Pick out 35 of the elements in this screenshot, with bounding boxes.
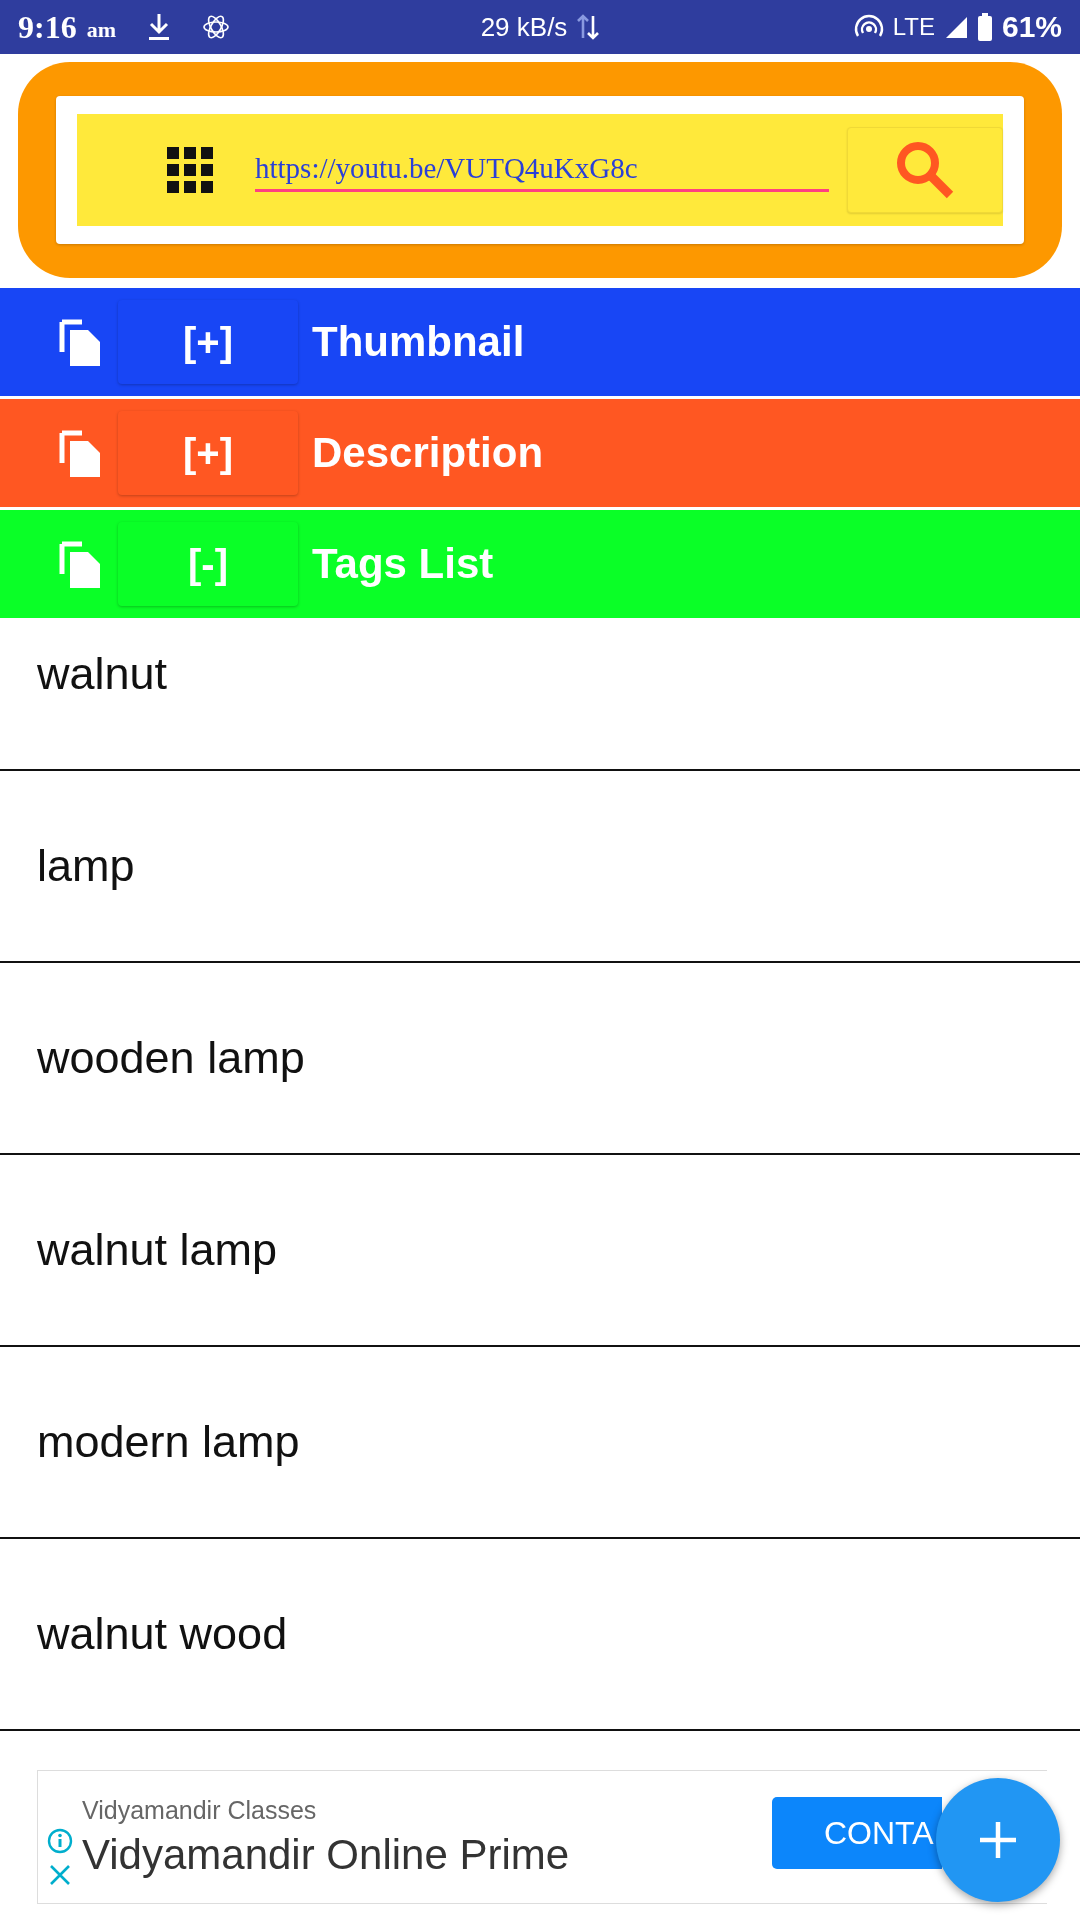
clock-period: am — [86, 17, 116, 43]
tag-row[interactable]: walnut — [0, 621, 1080, 771]
tag-text: walnut lamp — [37, 1224, 278, 1276]
clock: 9:16 — [18, 8, 77, 46]
section-title: Description — [312, 429, 544, 477]
info-icon[interactable] — [47, 1828, 73, 1854]
add-button[interactable] — [936, 1778, 1060, 1902]
download-icon — [146, 12, 172, 42]
atom-icon — [202, 13, 230, 41]
contact-button[interactable]: CONTA — [772, 1797, 942, 1869]
network-type: LTE — [892, 13, 935, 41]
data-arrows-icon — [577, 12, 600, 42]
battery-icon — [976, 13, 993, 41]
tag-row[interactable]: wooden lamp — [0, 963, 1080, 1155]
tag-row[interactable]: walnut wood — [0, 1539, 1080, 1731]
section-title: Thumbnail — [312, 318, 525, 366]
advertiser-name: Vidyamandir Classes — [82, 1795, 318, 1825]
network-speed: 29 kB/s — [480, 11, 568, 43]
battery-level: 61% — [1001, 10, 1062, 44]
section-title: Tags List — [312, 540, 494, 588]
url-input-field[interactable]: https://youtu.be/VUTQ4uKxG8c — [255, 148, 830, 192]
close-icon[interactable] — [49, 1864, 71, 1886]
search-button[interactable] — [847, 127, 1003, 213]
tag-row[interactable]: lamp — [0, 771, 1080, 963]
tag-text: walnut wood — [37, 1608, 288, 1660]
tag-text: wooden lamp — [37, 1032, 305, 1084]
tag-row[interactable]: modern lamp — [0, 1347, 1080, 1539]
tag-text: lamp — [37, 840, 135, 892]
plus-icon — [978, 1820, 1018, 1860]
tag-text: walnut — [37, 648, 168, 700]
tag-row[interactable]: walnut lamp — [0, 1155, 1080, 1347]
grid-icon[interactable] — [167, 147, 213, 193]
ad-headline: Vidyamandir Online Prime — [82, 1830, 570, 1879]
tag-text: modern lamp — [37, 1416, 300, 1468]
toggle-button[interactable]: [+] — [118, 300, 298, 384]
